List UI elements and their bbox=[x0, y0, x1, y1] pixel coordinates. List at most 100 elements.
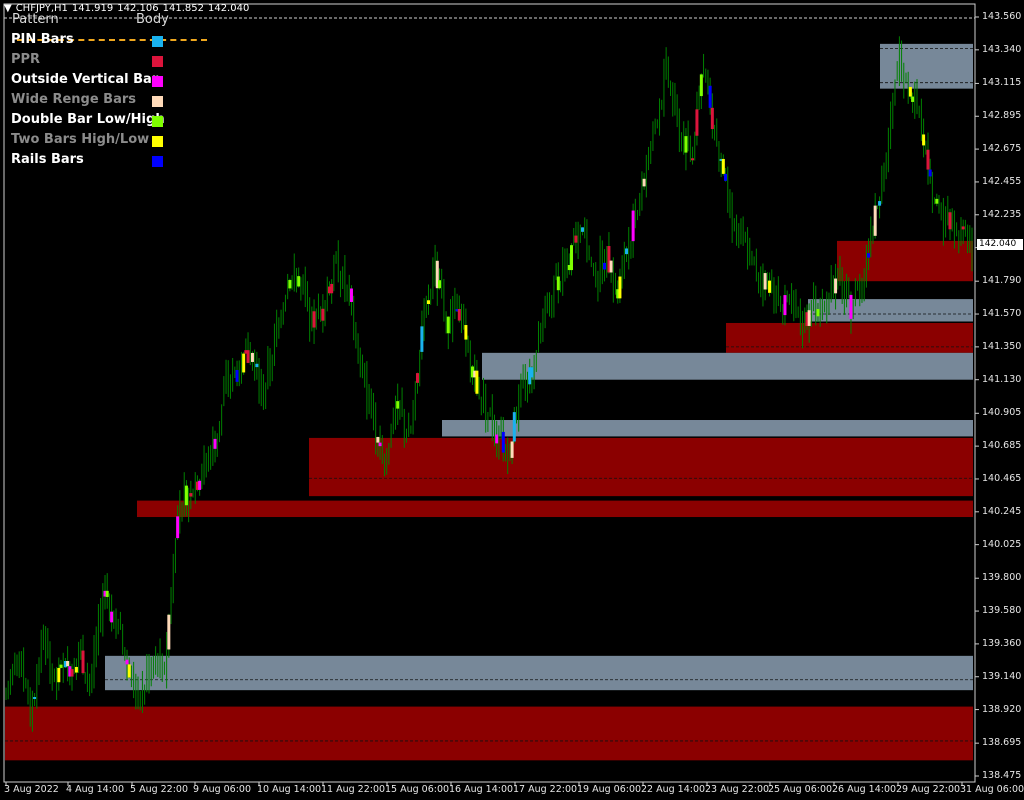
zone-demand bbox=[726, 322, 973, 353]
pattern-candle-body bbox=[724, 173, 728, 181]
symbol-close: 142.040 bbox=[207, 3, 250, 14]
pattern-candle-body bbox=[349, 288, 353, 302]
pattern-candle-body bbox=[125, 659, 129, 665]
pattern-candle-body bbox=[464, 325, 468, 340]
legend-item: PPR bbox=[11, 52, 211, 70]
y-tick-label: 142.455 bbox=[982, 175, 1022, 187]
pattern-candle-body bbox=[213, 438, 217, 449]
x-tick-label: 11 Aug 22:00 bbox=[321, 784, 386, 795]
pattern-candle-body bbox=[631, 210, 635, 242]
pattern-candle-body bbox=[642, 178, 646, 187]
y-tick-label: 139.580 bbox=[982, 605, 1022, 617]
pattern-legend: Pattern Body PIN Bars PPR Outside Vertical… bbox=[11, 12, 211, 167]
y-tick-label: 141.790 bbox=[982, 275, 1022, 287]
pattern-candle-body bbox=[475, 370, 479, 394]
y-tick-label: 139.800 bbox=[982, 572, 1022, 584]
pattern-candle-body bbox=[691, 158, 695, 161]
pattern-candle-body bbox=[198, 480, 202, 490]
pattern-candle-body bbox=[255, 363, 259, 368]
pattern-candle-body bbox=[297, 276, 301, 287]
pattern-candle-body bbox=[928, 169, 932, 177]
x-tick-label: 9 Aug 06:00 bbox=[193, 784, 252, 795]
zone-supply bbox=[808, 299, 973, 322]
pattern-candle-body bbox=[81, 650, 85, 674]
y-tick-label: 143.115 bbox=[982, 77, 1022, 89]
pattern-candle-body bbox=[926, 149, 930, 170]
pattern-candle-body bbox=[807, 310, 811, 326]
pattern-candle-body bbox=[127, 664, 131, 678]
y-tick-label: 140.025 bbox=[982, 538, 1022, 550]
pattern-candle-body bbox=[110, 611, 114, 623]
pattern-candle-body bbox=[609, 260, 613, 273]
pattern-candle-body bbox=[59, 664, 63, 668]
legend-item: Rails Bars bbox=[11, 152, 211, 170]
pattern-candle-body bbox=[57, 667, 61, 683]
pattern-candle-body bbox=[426, 300, 430, 304]
zone-demand bbox=[837, 240, 973, 282]
y-tick-label: 138.695 bbox=[982, 737, 1022, 749]
legend-color-swatch bbox=[152, 96, 163, 107]
pattern-candle-body bbox=[288, 280, 292, 289]
y-tick-label: 143.560 bbox=[982, 11, 1022, 22]
pattern-candle-body bbox=[378, 442, 382, 447]
legend-color-swatch bbox=[152, 56, 163, 67]
pattern-candle-body bbox=[834, 278, 838, 294]
y-tick-label: 139.140 bbox=[982, 670, 1022, 682]
pattern-candle-body bbox=[695, 109, 699, 136]
legend-item-label: PIN Bars bbox=[11, 32, 74, 47]
legend-item-label: Rails Bars bbox=[11, 152, 84, 167]
y-tick-label: 141.130 bbox=[982, 373, 1022, 385]
x-tick-label: 26 Aug 14:00 bbox=[832, 784, 897, 795]
legend-item-label: Outside Vertical Bar bbox=[11, 72, 159, 87]
legend-color-swatch bbox=[152, 116, 163, 127]
legend-item: Outside Vertical Bar bbox=[11, 72, 211, 90]
zone-supply bbox=[105, 655, 973, 691]
pattern-candle-body bbox=[684, 136, 688, 153]
pattern-candle-body bbox=[242, 353, 246, 373]
y-tick-label: 142.675 bbox=[982, 143, 1022, 155]
zone-supply bbox=[482, 352, 973, 380]
pattern-candle-body bbox=[530, 367, 534, 378]
pattern-candle-body bbox=[66, 661, 70, 667]
y-tick-label: 141.350 bbox=[982, 340, 1022, 352]
pattern-candle-body bbox=[816, 309, 820, 317]
y-tick-label: 138.475 bbox=[982, 770, 1022, 781]
last-price-tag: 142.040 bbox=[977, 238, 1023, 250]
pattern-candle-body bbox=[70, 669, 74, 677]
pattern-candle-body bbox=[873, 205, 877, 236]
y-tick-label: 142.895 bbox=[982, 110, 1022, 122]
y-tick-label: 142.235 bbox=[982, 208, 1022, 220]
pattern-candle-body bbox=[708, 85, 712, 108]
pattern-candle-body bbox=[246, 350, 250, 363]
pattern-candle-body bbox=[446, 316, 450, 334]
legend-color-swatch bbox=[152, 36, 163, 47]
pattern-candle-body bbox=[908, 86, 912, 97]
zone-demand bbox=[5, 706, 973, 761]
legend-item: PIN Bars bbox=[11, 32, 211, 50]
pattern-candle-body bbox=[396, 401, 400, 409]
pattern-candle-body bbox=[710, 107, 714, 130]
pattern-candle-body bbox=[763, 273, 767, 290]
pattern-candle-body bbox=[574, 235, 578, 243]
pattern-candle-body bbox=[167, 614, 171, 650]
pattern-candle-body bbox=[570, 245, 574, 271]
legend-item-label: Wide Renge Bars bbox=[11, 92, 137, 107]
x-tick-label: 25 Aug 06:00 bbox=[768, 784, 833, 795]
pattern-candle-body bbox=[184, 485, 188, 506]
pattern-candle-body bbox=[911, 96, 915, 102]
pattern-candle-body bbox=[849, 294, 853, 319]
pattern-candle-body bbox=[935, 198, 939, 204]
y-tick-label: 140.905 bbox=[982, 407, 1022, 419]
pattern-candle-body bbox=[457, 308, 461, 321]
y-tick-label: 140.245 bbox=[982, 505, 1022, 517]
pattern-candle-body bbox=[961, 226, 965, 230]
y-tick-label: 140.465 bbox=[982, 472, 1022, 484]
y-tick-label: 140.685 bbox=[982, 440, 1022, 452]
pattern-candle-body bbox=[330, 283, 334, 294]
x-tick-label: 17 Aug 22:00 bbox=[513, 784, 578, 795]
legend-item-label: Two Bars High/Low bbox=[11, 132, 150, 147]
pattern-candle-body bbox=[437, 280, 441, 289]
pattern-candle-body bbox=[495, 434, 499, 444]
pattern-candle-body bbox=[581, 227, 585, 232]
pattern-candle-body bbox=[512, 412, 516, 442]
